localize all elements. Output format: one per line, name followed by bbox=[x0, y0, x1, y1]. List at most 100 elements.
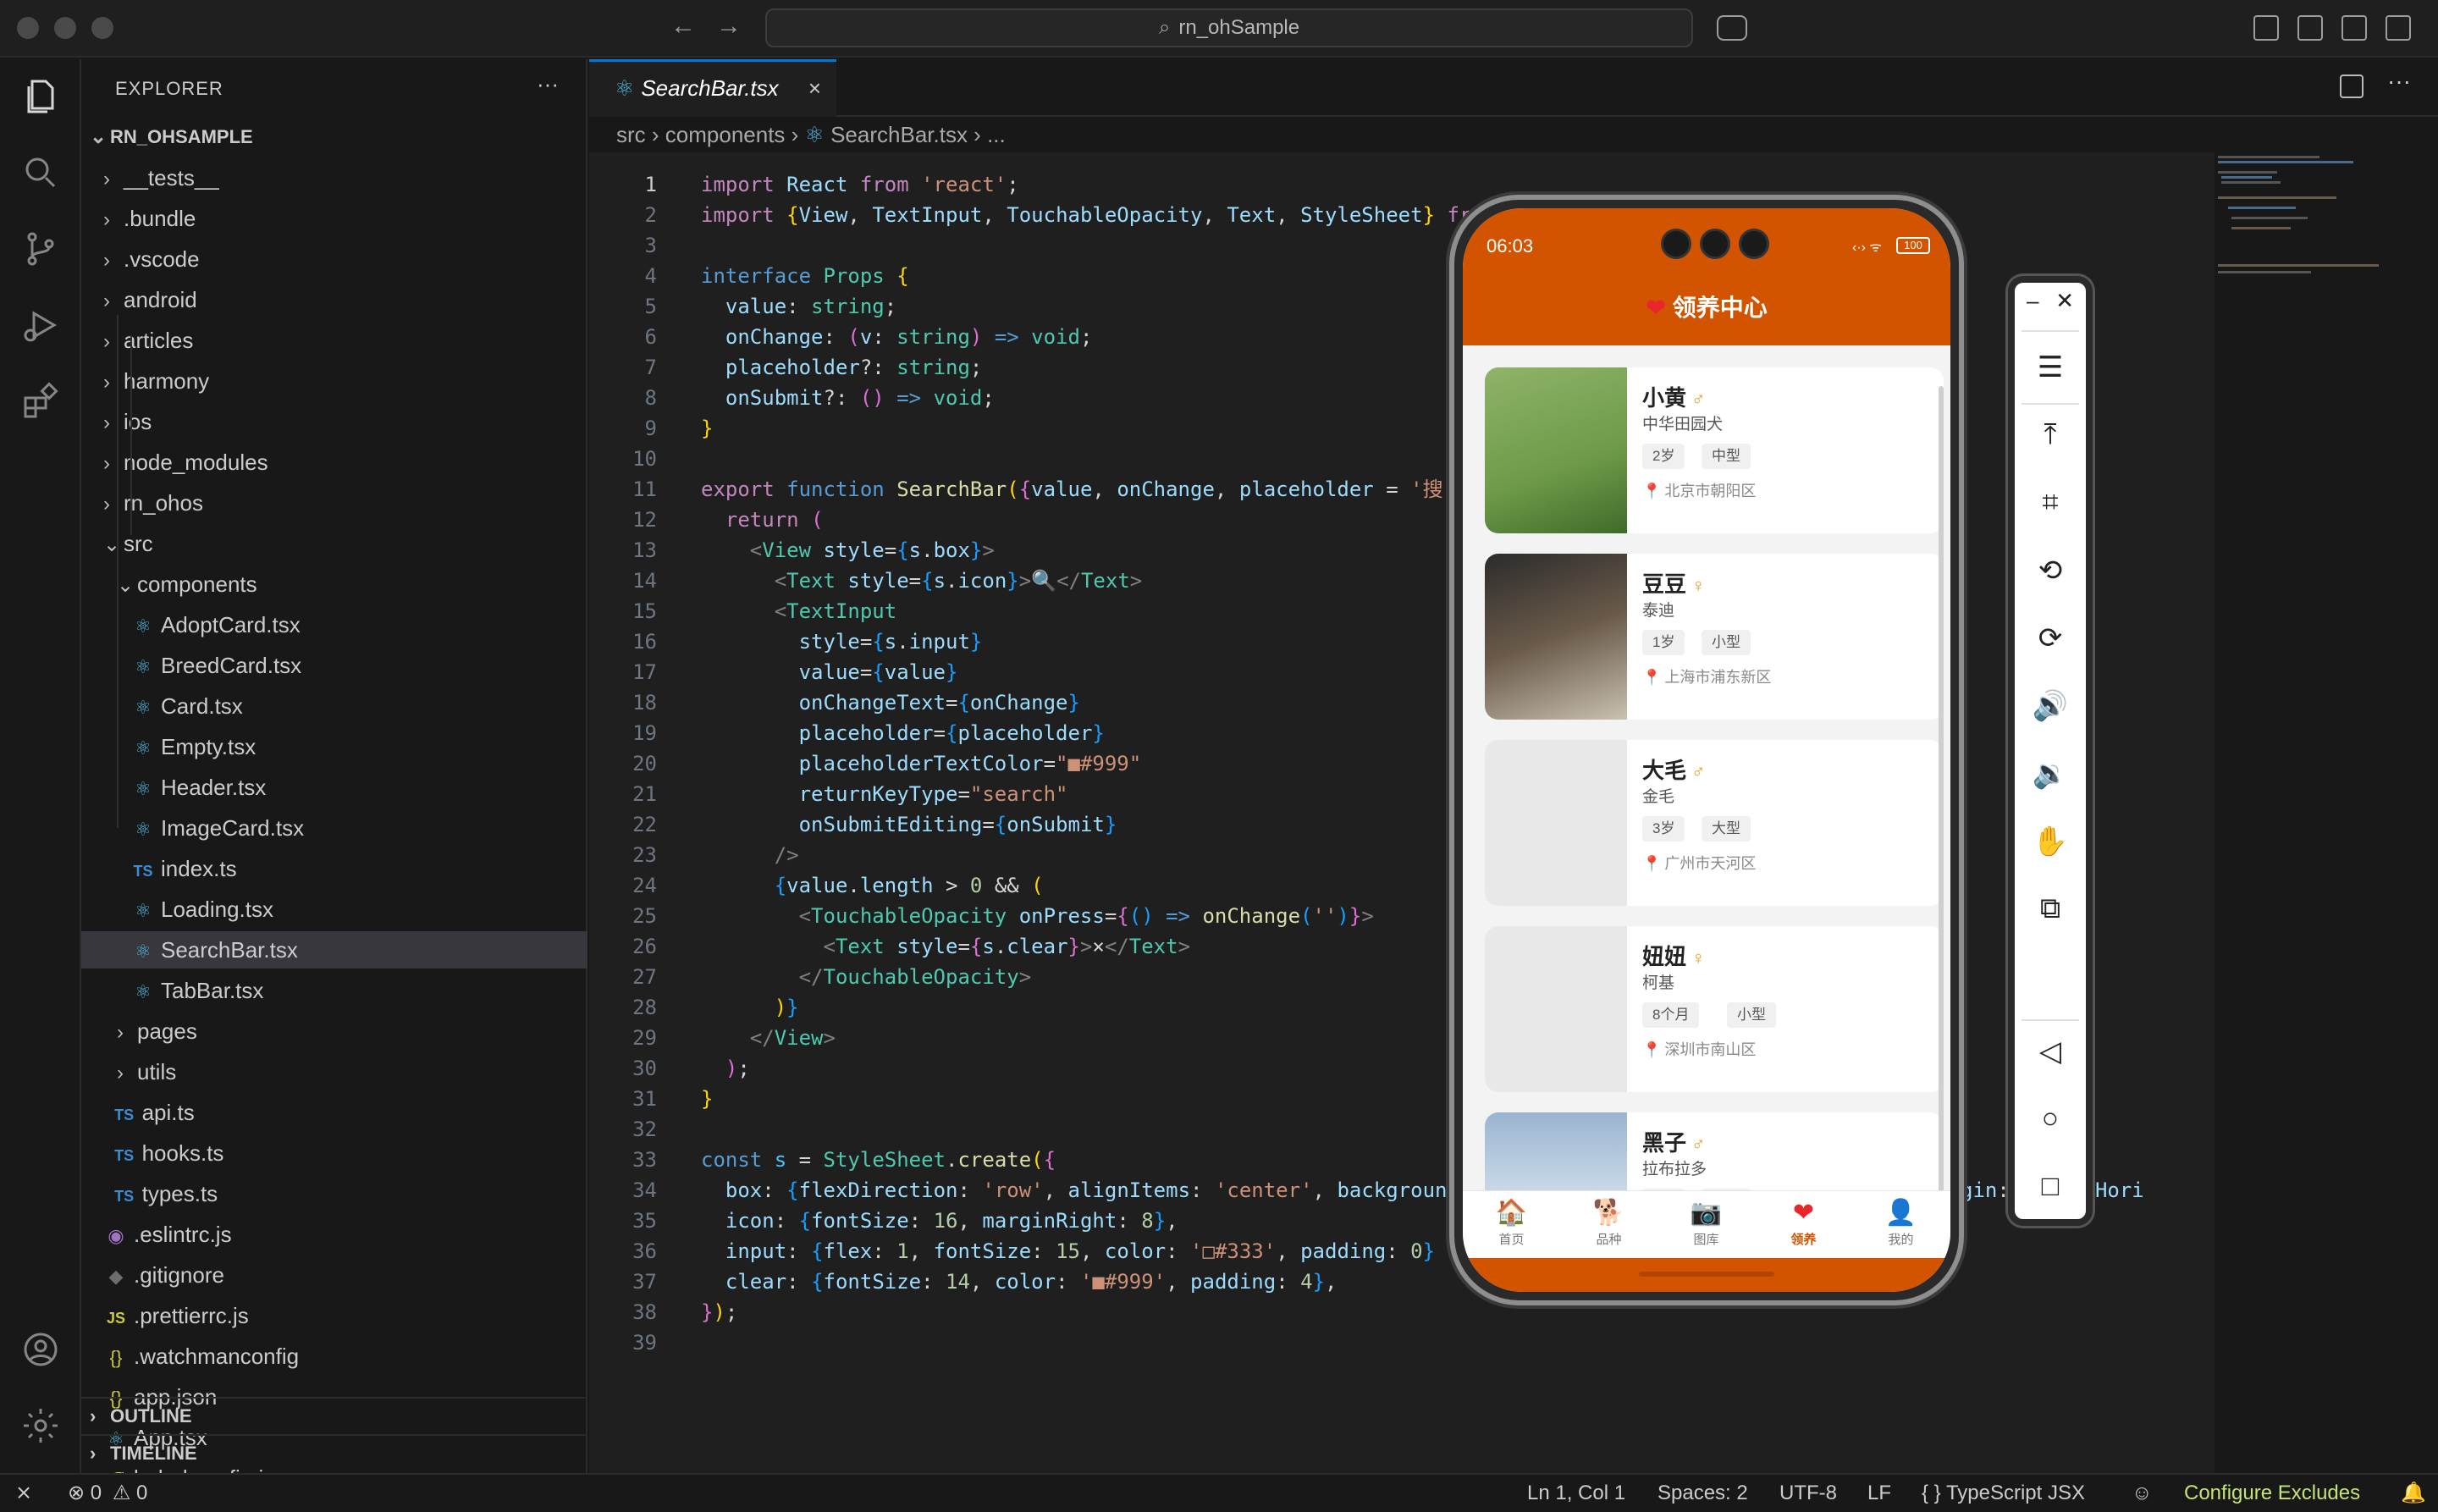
code-line[interactable]: </TouchableOpacity> bbox=[701, 962, 1032, 992]
nav-back-button[interactable]: ← bbox=[670, 12, 696, 41]
copilot-status-icon[interactable]: ☺ bbox=[2132, 1475, 2153, 1512]
workspace-root[interactable]: ⌄ RN_OHSAMPLE bbox=[81, 119, 587, 156]
tree-item[interactable]: › pages bbox=[81, 1013, 587, 1050]
remote-icon[interactable]: ⨯ bbox=[15, 1475, 32, 1512]
phone-screen[interactable]: 06:03 ‹·› ᯤ 100 ❤ 领养中心 小黄 ♂ 中华田园犬 2岁 中型 📍 北京市朝阳… bbox=[1463, 208, 1950, 1292]
tree-item[interactable]: › .vscode bbox=[81, 240, 587, 278]
toggle-panel-icon[interactable] bbox=[2341, 15, 2367, 41]
copilot-icon[interactable] bbox=[1717, 15, 1747, 41]
code-line[interactable]: input: {flex: 1, fontSize: 15, color: '□… bbox=[701, 1236, 1435, 1266]
tree-item[interactable]: › harmony bbox=[81, 362, 587, 400]
close-tab-icon[interactable]: × bbox=[808, 62, 821, 114]
tree-item[interactable]: › .bundle bbox=[81, 200, 587, 237]
code-editor[interactable]: 1 import React from 'react'; 2 import {View… bbox=[589, 152, 2215, 1473]
tree-item[interactable]: {} .watchmanconfig bbox=[81, 1338, 587, 1375]
pin-top-icon[interactable]: ⤒ bbox=[2015, 418, 2086, 451]
tab-searchbar[interactable]: ⚛ SearchBar.tsx × bbox=[589, 59, 836, 117]
breadcrumb-file[interactable]: SearchBar.tsx bbox=[830, 122, 968, 147]
explorer-icon[interactable] bbox=[20, 76, 61, 117]
recents-icon[interactable]: □ bbox=[2015, 1170, 2086, 1203]
tree-item[interactable]: TS types.ts bbox=[81, 1175, 587, 1212]
toggle-primary-sidebar-icon[interactable] bbox=[2297, 15, 2323, 41]
code-line[interactable]: <TextInput bbox=[701, 596, 897, 626]
home-indicator[interactable] bbox=[1639, 1272, 1774, 1277]
screenshot-crop-icon[interactable]: ⌗ bbox=[2015, 486, 2086, 519]
close-emulator-icon[interactable]: ✕ bbox=[2015, 288, 2086, 314]
minimap[interactable] bbox=[2211, 152, 2397, 288]
code-line[interactable]: export function SearchBar({value, onChan… bbox=[701, 474, 1443, 505]
phone-tab-4[interactable]: 👤 我的 bbox=[1852, 1196, 1950, 1248]
tree-item[interactable]: ◉ .eslintrc.js bbox=[81, 1216, 587, 1253]
accounts-icon[interactable] bbox=[20, 1329, 61, 1370]
extensions-icon[interactable] bbox=[20, 381, 61, 422]
code-line[interactable]: placeholder?: string; bbox=[701, 352, 982, 383]
code-line[interactable]: placeholderTextColor="■#999" bbox=[701, 748, 1142, 779]
code-line[interactable]: value={value} bbox=[701, 657, 958, 687]
multi-device-icon[interactable]: ⧉ bbox=[2015, 892, 2086, 925]
breadcrumb-components[interactable]: components bbox=[665, 122, 786, 147]
search-icon[interactable] bbox=[20, 152, 61, 193]
adopt-card[interactable]: 小黄 ♂ 中华田园犬 2岁 中型 📍 北京市朝阳区 bbox=[1485, 367, 1944, 533]
code-line[interactable]: import {View, TextInput, TouchableOpacit… bbox=[701, 200, 1471, 230]
tree-item[interactable]: ⌄ components bbox=[81, 566, 587, 603]
tree-item[interactable]: › android bbox=[81, 281, 587, 318]
code-line[interactable]: onChangeText={onChange} bbox=[701, 687, 1080, 718]
code-line[interactable]: returnKeyType="search" bbox=[701, 779, 1068, 809]
tree-item[interactable]: › rn_ohos bbox=[81, 484, 587, 521]
rotate-left-icon[interactable]: ⟲ bbox=[2015, 554, 2086, 588]
breadcrumb-symbol[interactable]: ... bbox=[987, 122, 1006, 147]
cursor-position[interactable]: Ln 1, Col 1 bbox=[1527, 1475, 1625, 1512]
code-line[interactable]: placeholder={placeholder} bbox=[701, 718, 1105, 748]
code-line[interactable]: onChange: (v: string) => void; bbox=[701, 322, 1093, 352]
volume-up-icon[interactable]: 🔊 bbox=[2015, 689, 2086, 723]
volume-down-icon[interactable]: 🔉 bbox=[2015, 757, 2086, 791]
code-line[interactable]: } bbox=[701, 413, 713, 444]
breadcrumb-src[interactable]: src bbox=[616, 122, 646, 147]
customize-layout-icon[interactable] bbox=[2253, 15, 2279, 41]
phone-tab-0[interactable]: 🏠 首页 bbox=[1463, 1196, 1560, 1248]
tree-item[interactable]: TS api.ts bbox=[81, 1094, 587, 1131]
phone-tab-3[interactable]: ❤ 领养 bbox=[1755, 1196, 1852, 1248]
code-line[interactable]: onSubmit?: () => void; bbox=[701, 383, 995, 413]
tree-item[interactable]: ◆ .gitignore bbox=[81, 1256, 587, 1294]
timeline-section[interactable]: › TIMELINE bbox=[81, 1434, 587, 1471]
zoom-window-button[interactable] bbox=[91, 17, 113, 39]
tree-item[interactable]: ⚛ Header.tsx bbox=[81, 769, 587, 806]
code-line[interactable]: style={s.input} bbox=[701, 626, 983, 657]
language-mode[interactable]: { } TypeScript JSX bbox=[1922, 1475, 2085, 1512]
explorer-more-button[interactable]: ··· bbox=[537, 71, 559, 97]
minimize-window-button[interactable] bbox=[54, 17, 76, 39]
adopt-card[interactable]: 豆豆 ♀ 泰迪 1岁 小型 📍 上海市浦东新区 bbox=[1485, 554, 1944, 720]
close-window-button[interactable] bbox=[17, 17, 39, 39]
split-editor-icon[interactable] bbox=[2340, 74, 2364, 98]
tree-item[interactable]: TS index.ts bbox=[81, 850, 587, 887]
tree-item[interactable]: › node_modules bbox=[81, 444, 587, 481]
code-line[interactable]: interface Props { bbox=[701, 261, 909, 291]
code-line[interactable]: icon: {fontSize: 16, marginRight: 8}, bbox=[701, 1206, 1178, 1236]
code-line[interactable]: return ( bbox=[701, 505, 824, 535]
adopt-card[interactable]: 大毛 ♂ 金毛 3岁 大型 📍 广州市天河区 bbox=[1485, 740, 1944, 906]
code-line[interactable]: } bbox=[701, 1084, 713, 1114]
tree-item[interactable]: ⚛ BreedCard.tsx bbox=[81, 647, 587, 684]
tree-item[interactable]: › utils bbox=[81, 1053, 587, 1090]
tree-item[interactable]: ⚛ Loading.tsx bbox=[81, 891, 587, 928]
code-line[interactable]: }); bbox=[701, 1297, 737, 1327]
code-line[interactable]: onSubmitEditing={onSubmit} bbox=[701, 809, 1117, 840]
phone-emulator[interactable]: 06:03 ‹·› ᯤ 100 ❤ 领养中心 小黄 ♂ 中华田园犬 2岁 中型 📍 北京市朝阳… bbox=[1449, 195, 1964, 1305]
tree-item[interactable]: ⚛ Empty.tsx bbox=[81, 728, 587, 765]
problems-indicator[interactable]: ⊗ 0 ⚠ 0 bbox=[68, 1475, 147, 1512]
rotate-right-icon[interactable]: ⟳ bbox=[2015, 621, 2086, 655]
code-line[interactable]: value: string; bbox=[701, 291, 896, 322]
tree-item[interactable]: ⚛ ImageCard.tsx bbox=[81, 809, 587, 847]
home-icon[interactable]: ○ bbox=[2015, 1102, 2086, 1135]
code-line[interactable]: /> bbox=[701, 840, 799, 870]
code-line[interactable]: <View style={s.box}> bbox=[701, 535, 995, 566]
phone-scrollbar[interactable] bbox=[1939, 386, 1944, 1275]
settings-gear-icon[interactable] bbox=[20, 1405, 61, 1446]
phone-tab-2[interactable]: 📷 图库 bbox=[1658, 1196, 1755, 1248]
nav-forward-button[interactable]: → bbox=[716, 12, 742, 41]
code-line[interactable]: const s = StyleSheet.create({ bbox=[701, 1145, 1056, 1175]
code-line[interactable]: </View> bbox=[701, 1023, 836, 1053]
tree-item[interactable]: ⚛ AdoptCard.tsx bbox=[81, 606, 587, 643]
tree-item[interactable]: › __tests__ bbox=[81, 159, 587, 196]
